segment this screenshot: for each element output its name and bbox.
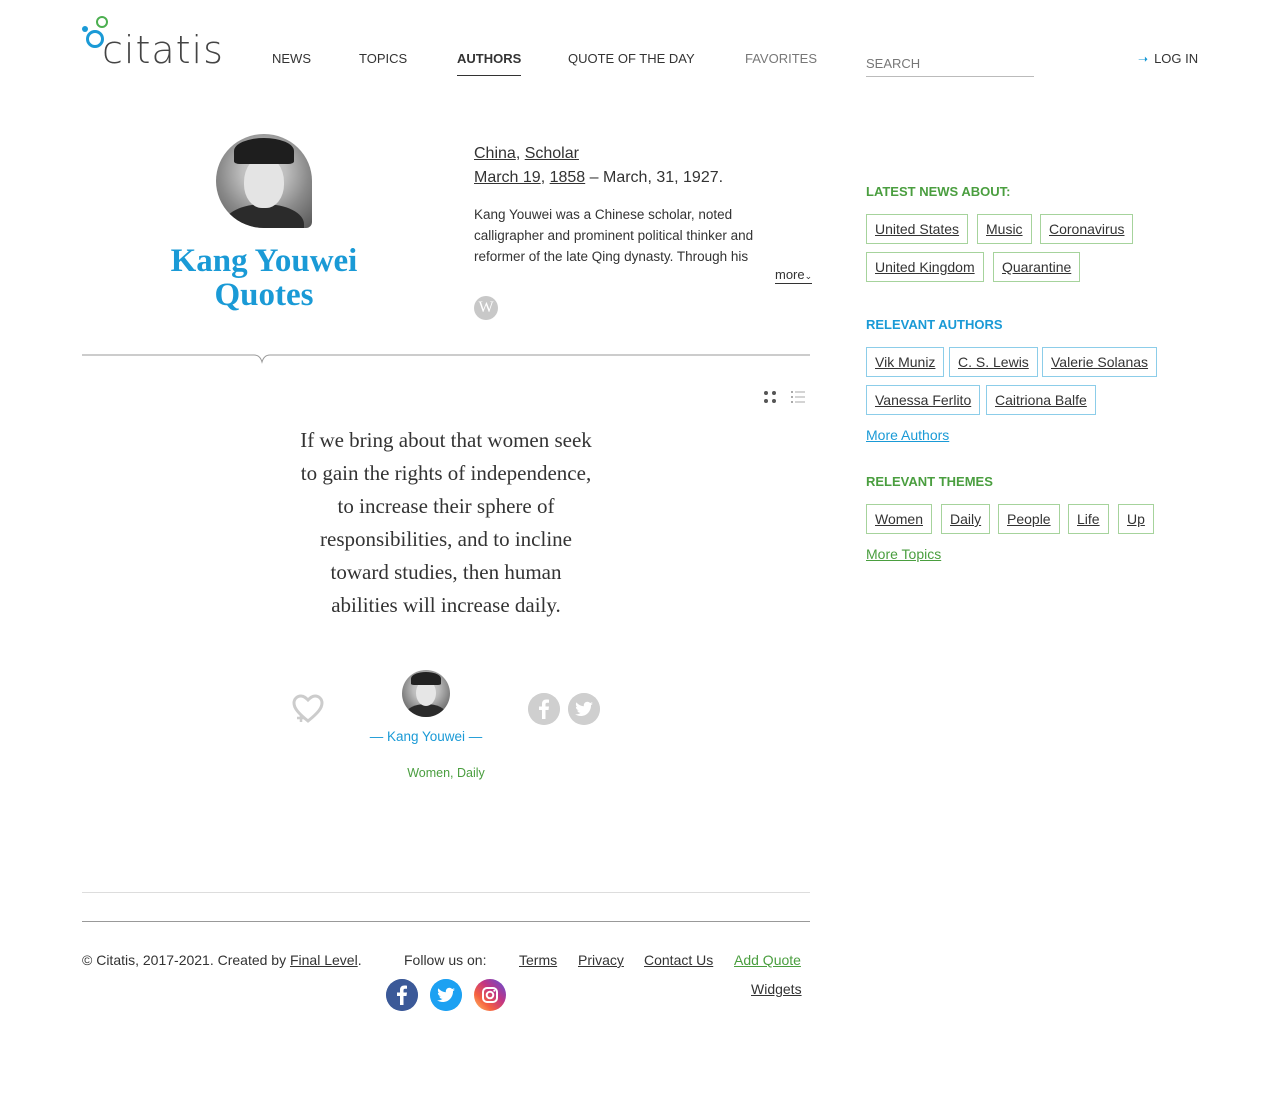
death-date: – March, 31, 1927.: [589, 169, 724, 186]
footer-divider: [82, 921, 810, 922]
logo-search-icon: [96, 16, 108, 28]
copyright: © Citatis, 2017-2021. Created by Final L…: [82, 952, 362, 968]
instagram-icon[interactable]: [474, 979, 506, 1011]
theme-tag[interactable]: Up: [1118, 504, 1154, 534]
more-topics-link[interactable]: More Topics: [866, 546, 941, 562]
quote-author-avatar[interactable]: [402, 670, 450, 717]
share-facebook-icon[interactable]: [528, 693, 560, 725]
relevant-themes-heading: RELEVANT THEMES: [866, 474, 993, 489]
avatar-hat: [234, 138, 294, 164]
chevron-down-icon: ⌄: [804, 271, 813, 281]
grid-view-icon[interactable]: [762, 389, 778, 405]
author-tag[interactable]: Vik Muniz: [866, 347, 945, 377]
creator-link[interactable]: Final Level: [290, 952, 358, 968]
news-tag[interactable]: United Kingdom: [866, 252, 984, 282]
theme-tag[interactable]: Daily: [941, 504, 991, 534]
quote-tag-women[interactable]: Women: [407, 766, 450, 780]
author-avatar: [216, 134, 312, 228]
search-input[interactable]: [866, 50, 1034, 77]
citatis-logo[interactable]: citatis: [82, 14, 224, 72]
footer-widgets-link[interactable]: Widgets: [751, 981, 802, 997]
footer-add-quote-link[interactable]: Add Quote: [734, 952, 801, 968]
theme-tag[interactable]: Life: [1068, 504, 1109, 534]
share-twitter-icon[interactable]: [568, 693, 600, 725]
author-name: Kang Youwei: [170, 243, 358, 279]
author-bio: Kang Youwei was a Chinese scholar, noted…: [474, 207, 754, 264]
facebook-icon[interactable]: [386, 979, 418, 1011]
title-suffix: Quotes: [214, 277, 314, 313]
nav-quote-of-the-day[interactable]: QUOTE OF THE DAY: [568, 51, 695, 66]
add-favorite-heart-icon[interactable]: [292, 694, 324, 724]
theme-tag[interactable]: People: [998, 504, 1060, 534]
author-tag[interactable]: C. S. Lewis: [949, 347, 1038, 377]
instagram-glyph: [482, 987, 498, 1003]
birth-year-link[interactable]: 1858: [550, 169, 586, 186]
nav-topics[interactable]: TOPICS: [359, 51, 407, 66]
author-tag[interactable]: Vanessa Ferlito: [866, 385, 981, 415]
footer-privacy-link[interactable]: Privacy: [578, 952, 624, 968]
quote-tag-daily[interactable]: Daily: [457, 766, 485, 780]
page-title: Kang Youwei Quotes: [130, 244, 398, 312]
nav-news[interactable]: NEWS: [272, 51, 311, 66]
login-label: LOG IN: [1154, 51, 1199, 66]
logo-text: citatis: [102, 28, 224, 72]
logo-dot-icon: [82, 26, 88, 32]
author-meta: China, Scholar March 19, 1858 – March, 3…: [474, 145, 724, 186]
section-divider: [82, 354, 810, 364]
copyright-text: © Citatis, 2017-2021. Created by: [82, 952, 287, 968]
follow-label: Follow us on:: [404, 952, 487, 968]
latest-news-heading: LATEST NEWS ABOUT:: [866, 184, 1011, 199]
copyright-end: .: [357, 952, 362, 968]
twitter-icon[interactable]: [430, 979, 462, 1011]
avatar-hat: [411, 672, 441, 685]
relevant-authors-heading: RELEVANT AUTHORS: [866, 317, 1003, 332]
theme-tag[interactable]: Women: [866, 504, 932, 534]
news-tag[interactable]: Coronavirus: [1040, 214, 1134, 244]
news-tag[interactable]: Quarantine: [993, 252, 1081, 282]
news-tag[interactable]: United States: [866, 214, 969, 244]
profession-link[interactable]: Scholar: [525, 145, 579, 162]
country-link[interactable]: China: [474, 145, 516, 162]
more-authors-link[interactable]: More Authors: [866, 427, 949, 443]
more-label: more: [775, 267, 805, 282]
quote-tags: Women, Daily: [407, 766, 485, 780]
list-view-icon[interactable]: [790, 389, 806, 405]
wikipedia-icon[interactable]: W: [474, 296, 498, 320]
footer-contact-link[interactable]: Contact Us: [644, 952, 713, 968]
more-button[interactable]: more⌄: [775, 267, 813, 284]
quote-author-link[interactable]: — Kang Youwei —: [346, 729, 506, 744]
nav-authors[interactable]: AUTHORS: [457, 51, 522, 76]
footer-divider-top: [82, 892, 810, 893]
news-tag[interactable]: Music: [977, 214, 1032, 244]
quote-text: If we bring about that women seek to gai…: [300, 428, 592, 617]
login-arrow-icon: ➝: [1138, 52, 1149, 66]
login-button[interactable]: ➝ LOG IN: [1138, 51, 1198, 66]
birth-date-link[interactable]: March 19: [474, 169, 541, 186]
nav-favorites[interactable]: FAVORITES: [745, 51, 817, 66]
footer-terms-link[interactable]: Terms: [519, 952, 557, 968]
author-tag[interactable]: Valerie Solanas: [1042, 347, 1158, 377]
author-tag[interactable]: Caitriona Balfe: [986, 385, 1096, 415]
